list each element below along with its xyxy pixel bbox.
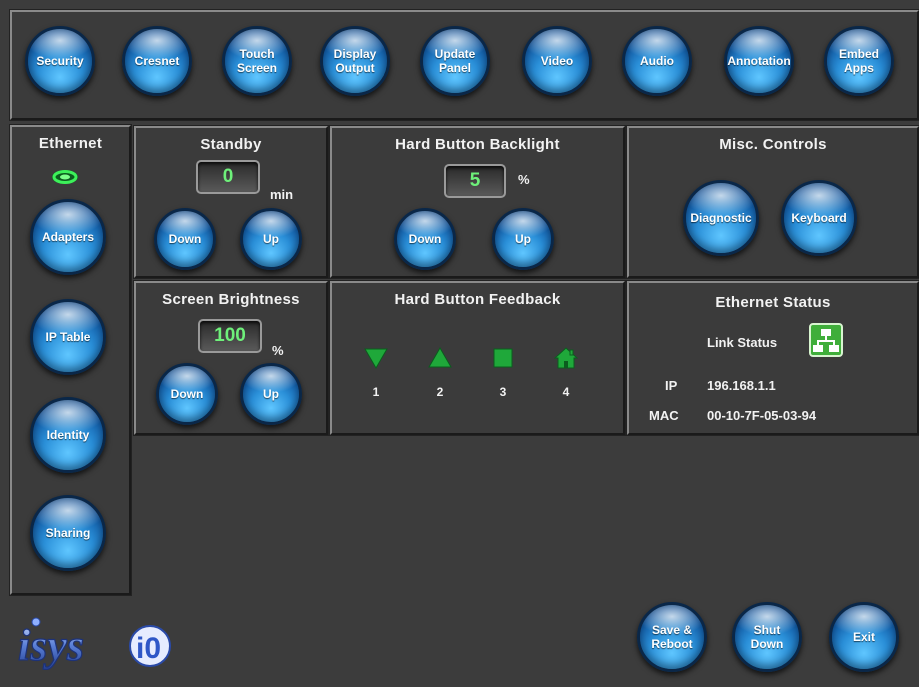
- brightness-up-label: Up: [263, 387, 279, 401]
- standby-down-label: Down: [168, 232, 202, 246]
- standby-title: Standby: [200, 136, 262, 153]
- save-reboot-button[interactable]: Save & Reboot: [637, 602, 707, 672]
- brightness-down-button[interactable]: Down: [156, 363, 218, 425]
- embed-apps-button[interactable]: Embed Apps: [824, 26, 894, 96]
- ip-value: 196.168.1.1: [707, 378, 776, 393]
- update-panel-button[interactable]: Update Panel: [420, 26, 490, 96]
- standby-value: 0: [196, 160, 260, 194]
- keyboard-button[interactable]: Keyboard: [781, 180, 857, 256]
- link-status-label: Link Status: [707, 335, 778, 350]
- mac-label: MAC: [649, 408, 679, 423]
- ip-table-label: IP Table: [45, 330, 91, 344]
- home-icon: [554, 347, 578, 369]
- misc-title: Misc. Controls: [719, 136, 827, 153]
- standby-up-label: Up: [263, 232, 279, 246]
- security-button[interactable]: Security: [25, 26, 95, 96]
- square-icon: [493, 348, 513, 368]
- feedback-label-3: 3: [499, 385, 507, 399]
- triangle-up-icon: [428, 347, 452, 368]
- brightness-up-button[interactable]: Up: [240, 363, 302, 425]
- backlight-up-button[interactable]: Up: [492, 208, 554, 270]
- standby-up-button[interactable]: Up: [240, 208, 302, 270]
- backlight-down-label: Down: [408, 232, 442, 246]
- touch-screen-button[interactable]: Touch Screen: [222, 26, 292, 96]
- ethernet-status-panel: Ethernet Status Link Status IP 196.168.1…: [626, 280, 919, 436]
- diagnostic-button[interactable]: Diagnostic: [683, 180, 759, 256]
- sidebar-item-sharing[interactable]: Sharing: [30, 495, 106, 571]
- sidebar-item-adapters[interactable]: Adapters: [30, 199, 106, 275]
- brightness-value: 100: [198, 319, 262, 353]
- exit-label: Exit: [852, 630, 875, 644]
- isys-logo: isys i0: [14, 614, 184, 671]
- audio-button[interactable]: Audio: [622, 26, 692, 96]
- misc-controls-panel: Misc. Controls Diagnostic Keyboard: [626, 125, 919, 279]
- display-output-label: Display Output: [333, 47, 377, 75]
- sidebar-title: Ethernet: [38, 135, 103, 152]
- feedback-panel: Hard Button Feedback 1 2 3 4: [329, 280, 626, 436]
- isys-logo-graphic: isys i0: [17, 617, 171, 671]
- display-output-button[interactable]: Display Output: [320, 26, 390, 96]
- brightness-title: Screen Brightness: [162, 291, 300, 308]
- feedback-label-1: 1: [372, 385, 380, 399]
- backlight-value: 5: [444, 164, 506, 198]
- exit-button[interactable]: Exit: [829, 602, 899, 672]
- triangle-down-icon: [364, 348, 388, 369]
- top-button-bar: Security Cresnet Touch Screen Display Ou…: [9, 9, 919, 121]
- svg-text:i0: i0: [136, 632, 161, 665]
- touch-panel-setup-screen: Security Cresnet Touch Screen Display Ou…: [0, 0, 919, 687]
- diagnostic-label: Diagnostic: [690, 211, 752, 225]
- feedback-label-4: 4: [562, 385, 570, 399]
- shut-down-label: Shut Down: [750, 623, 784, 651]
- backlight-panel: Hard Button Backlight 5 % Down Up: [329, 125, 626, 279]
- brightness-unit: %: [272, 343, 284, 358]
- cresnet-label: Cresnet: [134, 54, 180, 68]
- backlight-down-button[interactable]: Down: [394, 208, 456, 270]
- embed-apps-label: Embed Apps: [838, 47, 879, 75]
- annotation-label: Annotation: [727, 54, 791, 68]
- ip-label: IP: [665, 378, 678, 393]
- standby-down-button[interactable]: Down: [154, 208, 216, 270]
- cresnet-button[interactable]: Cresnet: [122, 26, 192, 96]
- keyboard-label: Keyboard: [791, 211, 847, 225]
- svg-text:isys: isys: [18, 621, 84, 670]
- ethernet-sidebar: Ethernet Adapters IP Table Identity Shar…: [9, 124, 132, 596]
- security-label: Security: [36, 54, 84, 68]
- standby-panel: Standby 0 min Down Up: [133, 125, 329, 279]
- update-panel-label: Update Panel: [434, 47, 476, 75]
- save-reboot-label: Save & Reboot: [651, 623, 693, 651]
- touch-screen-label: Touch Screen: [236, 47, 278, 75]
- ethernet-activity-icon: [52, 170, 78, 184]
- adapters-label: Adapters: [41, 230, 94, 244]
- feedback-label-2: 2: [436, 385, 444, 399]
- brightness-down-label: Down: [170, 387, 204, 401]
- brightness-panel: Screen Brightness 100 % Down Up: [133, 280, 329, 436]
- mac-value: 00-10-7F-05-03-94: [707, 408, 817, 423]
- ethernet-status-title: Ethernet Status: [715, 294, 831, 311]
- backlight-title: Hard Button Backlight: [395, 136, 560, 153]
- standby-unit: min: [270, 187, 294, 202]
- feedback-title: Hard Button Feedback: [394, 291, 561, 308]
- identity-label: Identity: [46, 428, 90, 442]
- backlight-unit: %: [518, 172, 530, 187]
- sharing-label: Sharing: [45, 526, 91, 540]
- video-button[interactable]: Video: [522, 26, 592, 96]
- sidebar-item-ip-table[interactable]: IP Table: [30, 299, 106, 375]
- network-link-icon: [809, 323, 843, 357]
- backlight-up-label: Up: [515, 232, 531, 246]
- shut-down-button[interactable]: Shut Down: [732, 602, 802, 672]
- annotation-button[interactable]: Annotation: [724, 26, 794, 96]
- sidebar-item-identity[interactable]: Identity: [30, 397, 106, 473]
- video-label: Video: [540, 54, 574, 68]
- audio-label: Audio: [640, 54, 674, 68]
